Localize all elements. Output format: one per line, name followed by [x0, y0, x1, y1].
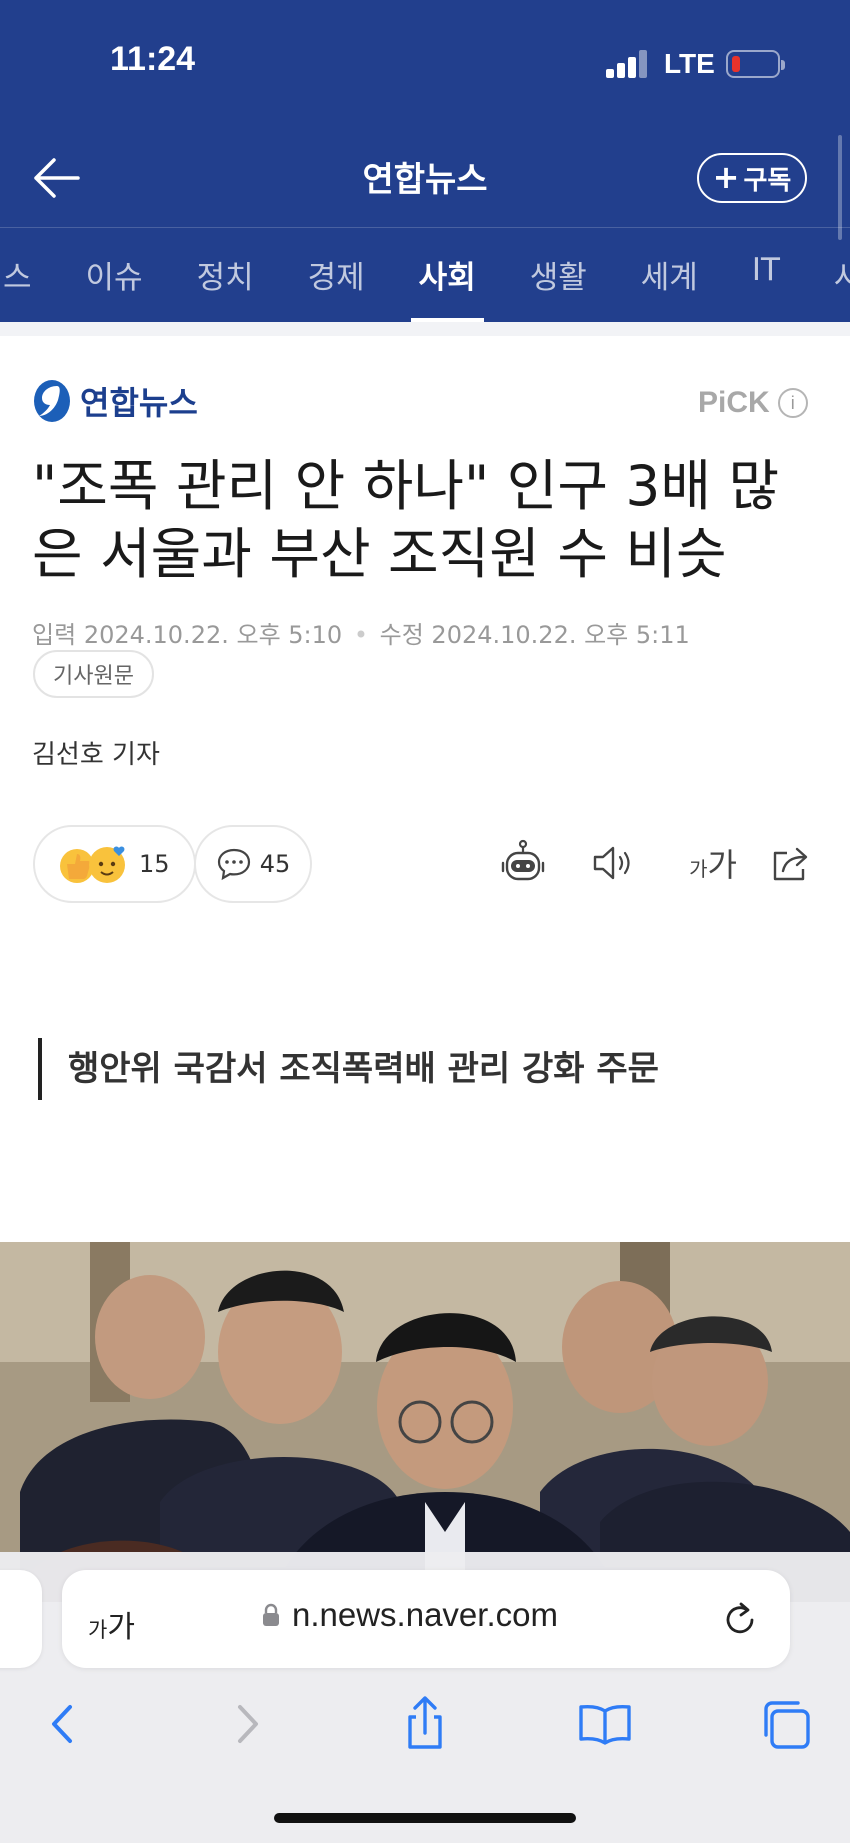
- comment-count: 45: [259, 850, 291, 878]
- header-divider: [0, 227, 850, 228]
- press-name: 연합뉴스: [80, 384, 198, 422]
- article-subheading: 행안위 국감서 조직폭력배 관리 강화 주문: [38, 1038, 659, 1100]
- category-tabs: 스 이슈 정치 경제 사회 생활 세계 IT 사설: [0, 252, 850, 322]
- article-dates: 입력 2024.10.22. 오후 5:10 • 수정 2024.10.22. …: [32, 615, 690, 650]
- status-time: 11:24: [110, 40, 196, 78]
- pick-badge[interactable]: PiCK i: [698, 386, 808, 420]
- meta-separator: •: [353, 621, 368, 649]
- lock-icon: [263, 1603, 279, 1626]
- tab-economy[interactable]: 경제: [281, 252, 392, 322]
- url-display[interactable]: n.news.naver.com: [262, 1596, 558, 1634]
- text-size-button[interactable]: 가가: [88, 1602, 135, 1646]
- pick-label: PiCK: [698, 386, 770, 419]
- address-bar[interactable]: 가가 n.news.naver.com: [62, 1570, 790, 1668]
- previous-tab-peek[interactable]: [0, 1570, 42, 1668]
- article-photo[interactable]: [0, 1242, 850, 1602]
- scroll-indicator: [838, 135, 842, 240]
- browser-forward-icon[interactable]: [218, 1695, 276, 1753]
- tab-world[interactable]: 세계: [614, 252, 725, 322]
- tabs-icon[interactable]: [758, 1695, 816, 1753]
- subscribe-label: 구독: [743, 165, 792, 196]
- plus-icon: +: [712, 157, 740, 196]
- subscribe-button[interactable]: + 구독: [697, 153, 807, 203]
- reload-icon[interactable]: [722, 1600, 758, 1638]
- url-text: n.news.naver.com: [292, 1596, 558, 1633]
- tab-life[interactable]: 생활: [503, 252, 614, 322]
- press-logo-link[interactable]: 연합뉴스: [32, 378, 198, 424]
- tab-society[interactable]: 사회: [392, 252, 503, 322]
- info-icon: i: [777, 388, 808, 418]
- speaker-icon[interactable]: [588, 838, 638, 888]
- reaction-emoji-icon: [60, 846, 125, 883]
- input-time: 2024.10.22. 오후 5:10: [83, 621, 343, 649]
- battery-icon: [726, 50, 785, 78]
- home-indicator: [274, 1813, 576, 1823]
- tab-partial-left[interactable]: 스: [0, 252, 59, 322]
- reporter-name[interactable]: 김선호 기자: [32, 734, 160, 771]
- tab-editorial[interactable]: 사설: [807, 252, 850, 322]
- comment-icon: [217, 848, 250, 881]
- comment-button[interactable]: 45: [194, 825, 312, 903]
- signal-icon: [606, 50, 648, 78]
- modified-label: 수정: [379, 621, 424, 649]
- modified-time: 2024.10.22. 오후 5:11: [431, 621, 690, 649]
- section-gap: [0, 322, 850, 336]
- share-icon[interactable]: [766, 838, 816, 888]
- tab-it[interactable]: IT: [725, 252, 807, 322]
- reaction-button[interactable]: 15: [33, 825, 196, 903]
- input-label: 입력: [32, 621, 77, 649]
- photo-officials-image: [0, 1242, 850, 1602]
- font-size-button[interactable]: 가가: [676, 838, 750, 888]
- app-header: 11:24 LTE 연합뉴스 + 구독 스 이슈 정치 경제 사회 생활 세계 …: [0, 0, 850, 322]
- share-sheet-icon[interactable]: [396, 1695, 454, 1753]
- bookmarks-icon[interactable]: [576, 1695, 634, 1753]
- font-size-label: 가가: [689, 846, 737, 884]
- browser-back-icon[interactable]: [34, 1695, 92, 1753]
- reaction-count: 15: [139, 850, 170, 878]
- tab-issue[interactable]: 이슈: [59, 252, 170, 322]
- article-headline: "조폭 관리 안 하나" 인구 3배 많은 서울과 부산 조직원 수 비슷: [32, 454, 780, 586]
- original-article-button[interactable]: 기사원문: [33, 650, 154, 698]
- network-type: LTE: [664, 48, 715, 79]
- tab-politics[interactable]: 정치: [170, 252, 281, 322]
- ai-summary-robot-icon[interactable]: [498, 838, 548, 888]
- yonhap-logo-icon: [34, 380, 70, 422]
